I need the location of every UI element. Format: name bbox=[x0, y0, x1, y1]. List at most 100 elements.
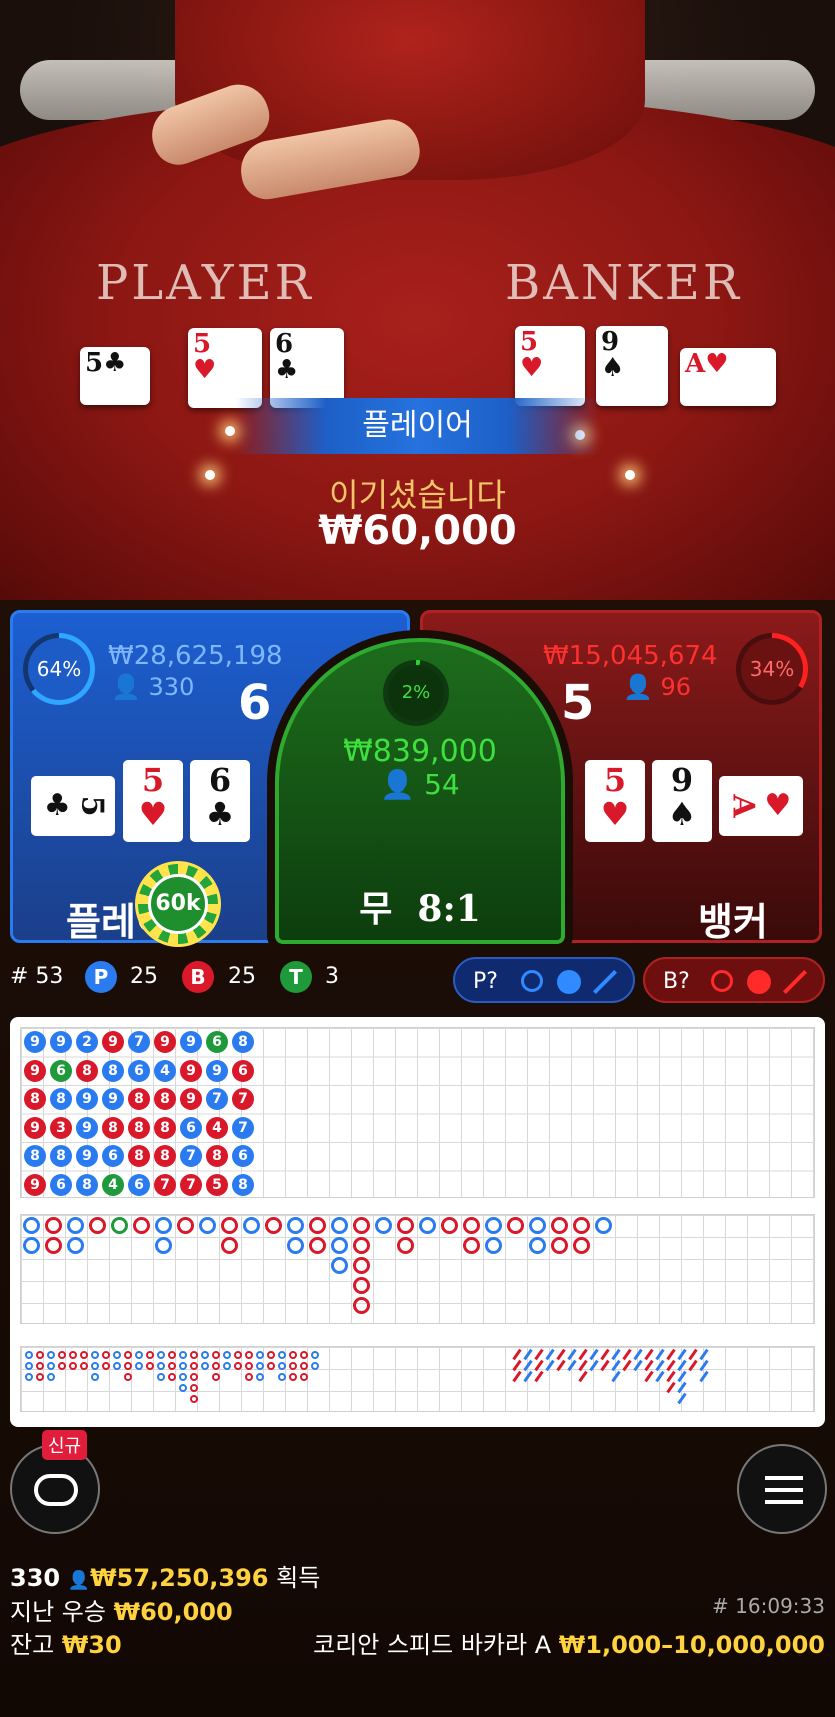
bead-cell: 9 bbox=[24, 1116, 46, 1139]
derived-road-slash bbox=[523, 1370, 533, 1383]
derived-road-slash bbox=[578, 1370, 588, 1383]
derived-road-mark bbox=[234, 1351, 242, 1359]
derived-road-mark bbox=[91, 1351, 99, 1359]
player-count-dot: P bbox=[85, 961, 117, 993]
derived-road-mark bbox=[80, 1362, 88, 1370]
banker-predict-button[interactable]: B? bbox=[643, 957, 825, 1003]
player-predict-label: P? bbox=[473, 969, 498, 994]
big-road-ring bbox=[177, 1217, 194, 1234]
derived-road-slash bbox=[699, 1348, 709, 1361]
banker-table-label: BANKER bbox=[505, 255, 742, 311]
tie-bet-spot[interactable]: 2% ₩839,000 👤 54 무 8:1 bbox=[275, 638, 565, 944]
big-road-ring bbox=[353, 1257, 370, 1274]
derived-road-mark bbox=[300, 1351, 308, 1359]
bead-cell: 9 bbox=[206, 1059, 228, 1082]
table-limits: ₩1,000–10,000,000 bbox=[558, 1631, 825, 1659]
derived-road-mark bbox=[157, 1373, 165, 1381]
menu-button[interactable] bbox=[737, 1444, 827, 1534]
derived-road-mark bbox=[80, 1351, 88, 1359]
balance-label: 잔고 bbox=[10, 1631, 55, 1659]
person-icon: 👤 bbox=[380, 768, 416, 801]
derived-road-mark bbox=[25, 1362, 33, 1370]
big-road-ring bbox=[23, 1237, 40, 1254]
bead-cell: 9 bbox=[24, 1059, 46, 1082]
player-total-bets: ₩28,625,198 bbox=[108, 641, 283, 671]
big-road-ring bbox=[331, 1217, 348, 1234]
big-road-ring bbox=[265, 1217, 282, 1234]
tie-total-bets: ₩839,000 bbox=[343, 734, 497, 769]
bead-cell: 8 bbox=[76, 1059, 98, 1082]
derived-road-mark bbox=[278, 1362, 286, 1370]
banker-percent: 34% bbox=[741, 638, 803, 700]
derived-road-slash bbox=[578, 1359, 588, 1372]
derived-road-mark bbox=[311, 1362, 319, 1370]
bead-cell: 8 bbox=[206, 1145, 228, 1167]
ring-icon bbox=[711, 970, 733, 992]
big-road-ring bbox=[243, 1217, 260, 1234]
big-road-ring bbox=[111, 1217, 128, 1234]
derived-road-mark bbox=[168, 1351, 176, 1359]
derived-road-slash bbox=[600, 1348, 610, 1361]
derived-road-mark bbox=[223, 1362, 231, 1370]
derived-road-mark bbox=[190, 1373, 198, 1381]
derived-road-slash bbox=[578, 1348, 588, 1361]
derived-road-mark bbox=[124, 1373, 132, 1381]
derived-road-slash bbox=[512, 1359, 522, 1372]
derived-road-mark bbox=[36, 1373, 44, 1381]
derived-road-mark bbox=[267, 1351, 275, 1359]
derived-road-mark bbox=[300, 1373, 308, 1381]
player-card-1: ♣ 5 bbox=[31, 776, 115, 836]
table-card: 5♣ bbox=[80, 347, 150, 405]
big-road-ring bbox=[551, 1217, 568, 1234]
bead-cell: 9 bbox=[180, 1059, 202, 1082]
bead-cell: 4 bbox=[206, 1116, 228, 1139]
big-road-ring bbox=[199, 1217, 216, 1234]
bead-cell: 6 bbox=[50, 1059, 72, 1082]
derived-road-mark bbox=[190, 1351, 198, 1359]
big-road-ring bbox=[23, 1217, 40, 1234]
derived-road-mark bbox=[91, 1373, 99, 1381]
tie-percent-ring: 2% bbox=[383, 660, 449, 726]
bead-cell: 9 bbox=[154, 1031, 176, 1053]
bead-cell: 8 bbox=[154, 1145, 176, 1167]
tie-bettor-count: 👤 54 bbox=[279, 768, 561, 801]
bead-cell: 7 bbox=[232, 1116, 254, 1139]
bead-cell: 8 bbox=[154, 1116, 176, 1139]
bead-cell: 9 bbox=[180, 1031, 202, 1053]
derived-road-slash bbox=[534, 1370, 544, 1383]
big-road-ring bbox=[375, 1217, 392, 1234]
banker-total-bets: ₩15,045,674 bbox=[543, 641, 718, 671]
big-road-ring bbox=[287, 1217, 304, 1234]
player-count: 330 bbox=[10, 1564, 61, 1592]
big-road-ring bbox=[287, 1237, 304, 1254]
big-road-ring bbox=[155, 1217, 172, 1234]
derived-road-mark bbox=[311, 1351, 319, 1359]
banker-wins: 25 bbox=[228, 964, 256, 989]
derived-road-slash bbox=[677, 1381, 687, 1394]
derived-road-mark bbox=[47, 1351, 55, 1359]
new-badge: 신규 bbox=[42, 1430, 88, 1460]
derived-road-mark bbox=[212, 1362, 220, 1370]
player-predict-button[interactable]: P? bbox=[453, 957, 635, 1003]
tie-count-value: 54 bbox=[424, 768, 460, 801]
derived-road-slash bbox=[666, 1348, 676, 1361]
bead-cell: 8 bbox=[232, 1173, 254, 1196]
banker-card-3: A ♥ bbox=[719, 776, 803, 836]
derived-road-slash bbox=[699, 1359, 709, 1372]
round-number: # 53 bbox=[10, 964, 64, 989]
scoreboard[interactable]: 9989899683862899989898647688869488879996… bbox=[10, 1017, 825, 1427]
win-summary: 330 👤₩57,250,396 획득 bbox=[10, 1558, 320, 1593]
derived-road-mark bbox=[278, 1373, 286, 1381]
table-info: 코리안 스피드 바카라 A ₩1,000–10,000,000 bbox=[313, 1625, 825, 1660]
bead-cell: 8 bbox=[154, 1088, 176, 1110]
big-road-ring bbox=[221, 1217, 238, 1234]
big-road-ring bbox=[441, 1217, 458, 1234]
table-card: 6 ♣ bbox=[270, 328, 344, 408]
bead-cell: 6 bbox=[128, 1059, 150, 1082]
derived-road-mark bbox=[256, 1362, 264, 1370]
person-icon: 👤 bbox=[111, 673, 141, 701]
big-road-ring bbox=[485, 1237, 502, 1254]
tie-count-dot: T bbox=[280, 961, 312, 993]
game-time: # 16:09:33 bbox=[712, 1594, 825, 1618]
table-card: 5 ♥ bbox=[515, 326, 585, 406]
